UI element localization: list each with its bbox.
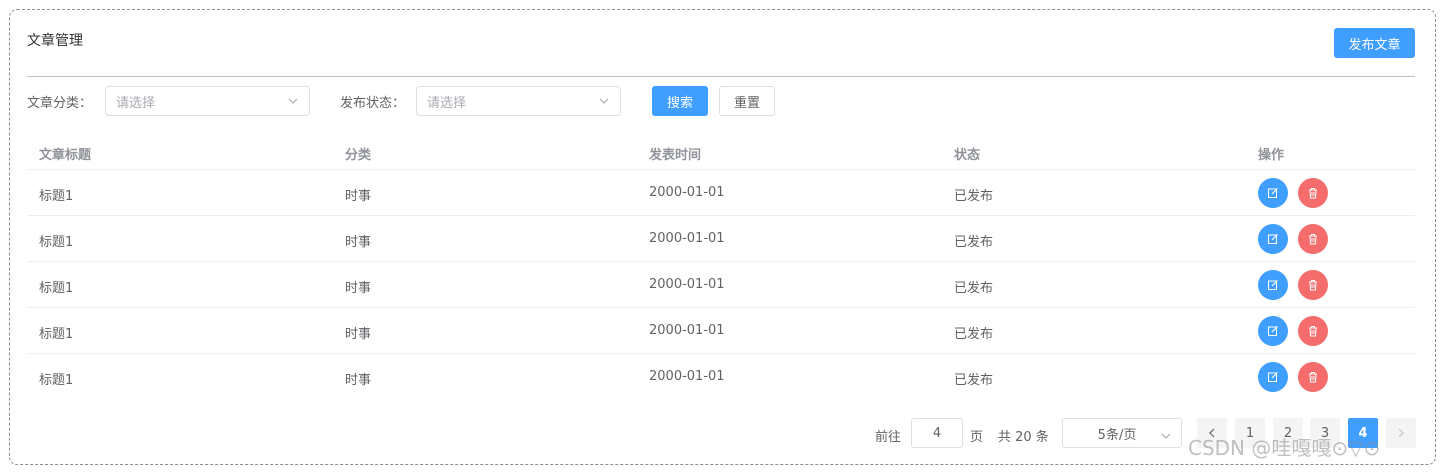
- column-header-status: 状态: [954, 148, 981, 163]
- edit-button[interactable]: [1258, 362, 1288, 392]
- chevron-down-icon: [287, 95, 299, 107]
- cell-status: 已发布: [954, 281, 994, 296]
- next-page-button[interactable]: [1386, 418, 1416, 448]
- cell-title: 标题1: [39, 373, 74, 388]
- delete-button[interactable]: [1298, 178, 1328, 208]
- page-size-select[interactable]: 5条/页: [1062, 418, 1182, 448]
- cell-category: 时事: [345, 235, 372, 250]
- cell-date: 2000-01-01: [649, 369, 725, 384]
- edit-button[interactable]: [1258, 178, 1288, 208]
- cell-date: 2000-01-01: [649, 323, 725, 338]
- delete-button[interactable]: [1298, 362, 1328, 392]
- table-row: 标题1 时事 2000-01-01 已发布: [27, 354, 1415, 400]
- chevron-down-icon: [598, 95, 610, 107]
- total-count: 共 20 条: [998, 430, 1049, 445]
- edit-icon: [1268, 234, 1278, 244]
- cell-category: 时事: [345, 327, 372, 342]
- edit-button[interactable]: [1258, 224, 1288, 254]
- header-divider: [27, 76, 1415, 77]
- table-row: 标题1 时事 2000-01-01 已发布: [27, 216, 1415, 262]
- cell-category: 时事: [345, 373, 372, 388]
- table-row: 标题1 时事 2000-01-01 已发布: [27, 262, 1415, 308]
- cell-title: 标题1: [39, 189, 74, 204]
- edit-icon: [1268, 280, 1278, 290]
- watermark: CSDN @哇嘎嘎⊙▽⊙: [1188, 436, 1381, 460]
- delete-button[interactable]: [1298, 316, 1328, 346]
- edit-icon: [1268, 372, 1278, 382]
- status-select-placeholder: 请选择: [427, 95, 467, 111]
- trash-icon: [1309, 234, 1317, 245]
- edit-icon: [1268, 326, 1278, 336]
- edit-icon: [1268, 188, 1278, 198]
- cell-title: 标题1: [39, 281, 74, 296]
- cell-date: 2000-01-01: [649, 185, 725, 200]
- trash-icon: [1309, 188, 1317, 199]
- trash-icon: [1309, 372, 1317, 383]
- column-header-actions: 操作: [1258, 148, 1285, 163]
- cell-date: 2000-01-01: [649, 277, 725, 292]
- publish-article-button[interactable]: 发布文章: [1334, 28, 1415, 58]
- trash-icon: [1309, 326, 1317, 337]
- table-header: 文章标题 分类 发表时间 状态 操作: [27, 133, 1415, 170]
- cell-category: 时事: [345, 189, 372, 204]
- cell-category: 时事: [345, 281, 372, 296]
- cell-status: 已发布: [954, 189, 994, 204]
- search-button[interactable]: 搜索: [652, 86, 708, 116]
- goto-prefix: 前往: [875, 430, 902, 445]
- column-header-title: 文章标题: [39, 148, 92, 163]
- cell-title: 标题1: [39, 235, 74, 250]
- cell-title: 标题1: [39, 327, 74, 342]
- goto-suffix: 页: [970, 430, 984, 445]
- page-size-value: 5条/页: [1097, 427, 1137, 443]
- status-filter-label: 发布状态：: [340, 96, 406, 111]
- article-table: 文章标题 分类 发表时间 状态 操作 标题1 时事 2000-01-01 已发布…: [27, 133, 1415, 400]
- category-filter-label: 文章分类：: [27, 96, 93, 111]
- page-title: 文章管理: [27, 33, 83, 49]
- table-row: 标题1 时事 2000-01-01 已发布: [27, 170, 1415, 216]
- column-header-category: 分类: [345, 148, 372, 163]
- cell-status: 已发布: [954, 235, 994, 250]
- chevron-down-icon: [1161, 424, 1171, 443]
- edit-button[interactable]: [1258, 270, 1288, 300]
- goto-page-input[interactable]: [911, 418, 963, 448]
- chevron-right-icon: [1398, 428, 1404, 438]
- category-select-placeholder: 请选择: [116, 95, 156, 111]
- cell-date: 2000-01-01: [649, 231, 725, 246]
- trash-icon: [1309, 280, 1317, 291]
- column-header-date: 发表时间: [649, 148, 702, 163]
- edit-button[interactable]: [1258, 316, 1288, 346]
- delete-button[interactable]: [1298, 270, 1328, 300]
- reset-button[interactable]: 重置: [719, 86, 775, 116]
- cell-status: 已发布: [954, 373, 994, 388]
- category-select[interactable]: 请选择: [105, 86, 310, 116]
- status-select[interactable]: 请选择: [416, 86, 621, 116]
- table-row: 标题1 时事 2000-01-01 已发布: [27, 308, 1415, 354]
- delete-button[interactable]: [1298, 224, 1328, 254]
- cell-status: 已发布: [954, 327, 994, 342]
